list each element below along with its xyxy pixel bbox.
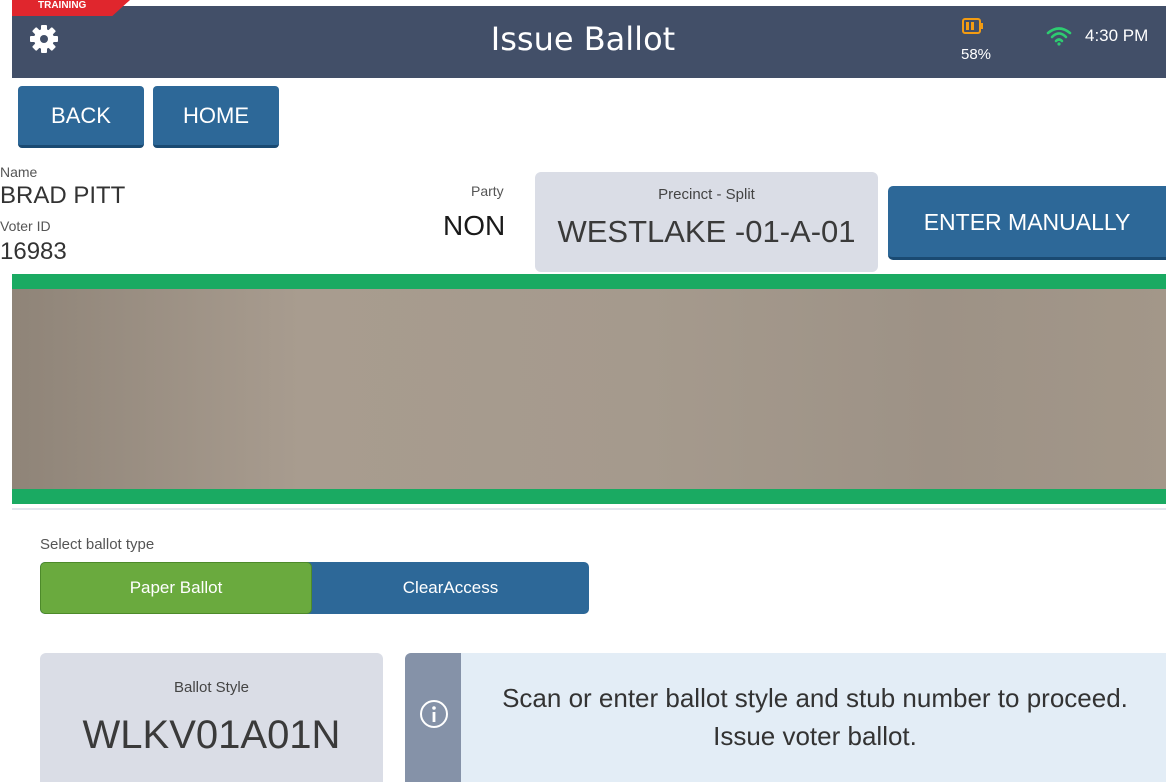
precinct-value: WESTLAKE -01-A-01: [557, 214, 856, 249]
ballot-type-label: Select ballot type: [40, 536, 155, 553]
voter-name: BRAD PITT: [0, 182, 126, 209]
paper-ballot-option[interactable]: Paper Ballot: [40, 562, 312, 614]
ballot-style-label: Ballot Style: [173, 679, 250, 696]
info-message: Scan or enter ballot style and stub numb…: [502, 683, 1128, 751]
precinct-label: Precinct - Split: [658, 186, 755, 203]
info-icon: [419, 699, 449, 729]
info-panel: Scan or enter ballot style and stub numb…: [405, 653, 1166, 782]
info-sidebar: [405, 653, 461, 782]
voter-id: 16983: [0, 238, 67, 265]
precinct-panel: Precinct - Split WESTLAKE -01-A-01: [535, 172, 878, 272]
name-label: Name: [0, 164, 38, 180]
clock: 4:30 PM: [1085, 26, 1149, 45]
enter-manually-button[interactable]: ENTER MANUALLY: [888, 186, 1166, 260]
back-button[interactable]: BACK: [18, 86, 144, 148]
battery-icon: [962, 18, 984, 34]
home-button[interactable]: HOME: [153, 86, 279, 148]
scanner-preview: [12, 274, 1166, 504]
party-label: Party: [471, 183, 504, 199]
battery-percent: 58%: [961, 46, 992, 63]
wifi-icon: [1046, 26, 1072, 46]
voter-id-label: Voter ID: [0, 218, 51, 234]
ballot-style-value: WLKV01A01N: [82, 713, 341, 757]
ballot-type-selector: Paper Ballot ClearAccess: [40, 562, 589, 614]
ballot-style-panel: Ballot Style WLKV01A01N: [40, 653, 383, 782]
party-value: NON: [443, 210, 506, 241]
page-title: Issue Ballot: [490, 20, 676, 58]
divider: [12, 508, 1166, 510]
clearaccess-option[interactable]: ClearAccess: [312, 562, 589, 614]
